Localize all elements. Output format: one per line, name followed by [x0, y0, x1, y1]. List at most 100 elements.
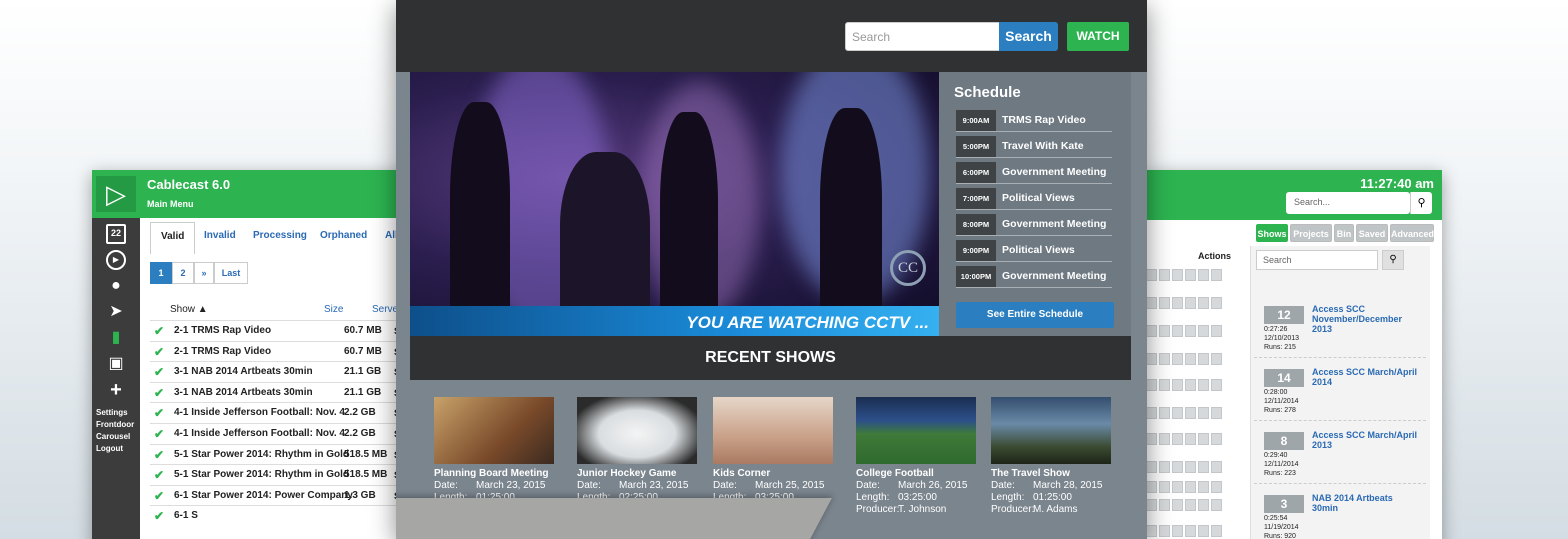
- menu-label[interactable]: Main Menu: [147, 199, 194, 209]
- action-button[interactable]: [1198, 379, 1209, 391]
- table-row[interactable]: ✔ 5-1 Star Power 2014: Rhythm in Gold 518.…: [150, 464, 422, 484]
- action-button[interactable]: [1211, 481, 1222, 493]
- show-title-link[interactable]: Access SCC March/April 2013: [1312, 430, 1420, 450]
- action-button[interactable]: [1185, 297, 1196, 309]
- recent-show-card[interactable]: College Football Date: March 26, 2015 Lengt…: [856, 397, 978, 515]
- action-buttons[interactable]: [1146, 480, 1238, 494]
- add-icon[interactable]: +: [106, 380, 126, 400]
- action-button[interactable]: [1198, 325, 1209, 337]
- frontdoor-link[interactable]: Frontdoor: [96, 420, 134, 429]
- action-button[interactable]: [1185, 407, 1196, 419]
- show-title[interactable]: Junior Hockey Game: [577, 468, 676, 479]
- action-button[interactable]: [1198, 481, 1209, 493]
- size-column-header[interactable]: Size: [324, 300, 343, 320]
- action-button[interactable]: [1211, 379, 1222, 391]
- tab-advanced[interactable]: Advanced: [1390, 224, 1434, 242]
- live-video-player[interactable]: [410, 72, 939, 336]
- action-button[interactable]: [1185, 525, 1196, 537]
- panel-search-icon[interactable]: ⚲: [1382, 250, 1404, 270]
- action-button[interactable]: [1146, 433, 1157, 445]
- action-button[interactable]: [1198, 525, 1209, 537]
- tab-processing[interactable]: Processing: [253, 230, 307, 241]
- action-button[interactable]: [1146, 353, 1157, 365]
- action-button[interactable]: [1211, 353, 1222, 365]
- tab-shows[interactable]: Shows: [1256, 224, 1288, 242]
- table-row[interactable]: ✔2-1 TRMS Rap Video60.7 MBS: [150, 340, 422, 361]
- action-buttons[interactable]: [1146, 524, 1238, 538]
- action-button[interactable]: [1198, 297, 1209, 309]
- recent-show-card[interactable]: Junior Hockey GameDate:March 23, 2015Len…: [577, 397, 699, 503]
- last-page-button[interactable]: Last: [214, 262, 248, 284]
- show-title-link[interactable]: Access SCC March/April 2014: [1312, 367, 1420, 387]
- action-button[interactable]: [1172, 433, 1183, 445]
- action-button[interactable]: [1185, 481, 1196, 493]
- send-icon[interactable]: ➤: [106, 302, 126, 322]
- action-button[interactable]: [1172, 499, 1183, 511]
- schedule-item[interactable]: 9:00PM Political Views: [956, 240, 1112, 262]
- action-button[interactable]: [1198, 353, 1209, 365]
- media-icon[interactable]: ▣: [106, 354, 126, 374]
- action-button[interactable]: [1211, 269, 1222, 281]
- show-thumbnail[interactable]: [991, 397, 1111, 464]
- action-button[interactable]: [1159, 379, 1170, 391]
- action-button[interactable]: [1198, 499, 1209, 511]
- show-card[interactable]: 12 0:27:26 12/10/2013 Runs: 215 Access SCC N…: [1254, 298, 1426, 358]
- action-button[interactable]: [1172, 407, 1183, 419]
- show-thumbnail[interactable]: [856, 397, 976, 464]
- action-button[interactable]: [1146, 379, 1157, 391]
- show-card[interactable]: 3 0:25:54 11/19/2014 Runs: 920 NAB 2014 Artb…: [1254, 487, 1426, 539]
- show-title-link[interactable]: Access SCC November/December 2013: [1312, 304, 1420, 334]
- panel-search-input[interactable]: Search: [1256, 250, 1378, 270]
- play-icon[interactable]: ▶: [106, 250, 126, 270]
- calendar-icon[interactable]: 22: [106, 224, 126, 244]
- show-column-header[interactable]: Show ▲: [170, 300, 208, 320]
- recent-show-card[interactable]: The Travel Show Date: March 28, 2015 Length…: [991, 397, 1113, 515]
- action-button[interactable]: [1172, 481, 1183, 493]
- action-button[interactable]: [1172, 461, 1183, 473]
- recent-show-card[interactable]: Planning Board Meeting Date: March 23, 201…: [434, 397, 556, 503]
- action-button[interactable]: [1185, 379, 1196, 391]
- action-button[interactable]: [1146, 499, 1157, 511]
- schedule-item[interactable]: 6:00PM Government Meeting: [956, 162, 1112, 184]
- action-button[interactable]: [1172, 325, 1183, 337]
- action-button[interactable]: [1159, 325, 1170, 337]
- schedule-item[interactable]: 7:00PM Political Views: [956, 188, 1112, 210]
- action-button[interactable]: [1159, 269, 1170, 281]
- action-button[interactable]: [1159, 481, 1170, 493]
- action-button[interactable]: [1146, 269, 1157, 281]
- action-buttons[interactable]: [1146, 460, 1238, 474]
- schedule-item[interactable]: 8:00PM Government Meeting: [956, 214, 1112, 236]
- action-button[interactable]: [1172, 297, 1183, 309]
- show-title[interactable]: Planning Board Meeting: [434, 468, 548, 479]
- table-row[interactable]: ✔2-1 TRMS Rap Video60.7 MBS: [150, 320, 422, 340]
- page-1-button[interactable]: 1: [150, 262, 172, 284]
- action-buttons[interactable]: [1146, 352, 1238, 366]
- next-page-button[interactable]: »: [194, 262, 214, 284]
- action-button[interactable]: [1198, 461, 1209, 473]
- action-button[interactable]: [1159, 461, 1170, 473]
- action-button[interactable]: [1185, 499, 1196, 511]
- action-button[interactable]: [1159, 297, 1170, 309]
- action-button[interactable]: [1211, 325, 1222, 337]
- show-thumbnail[interactable]: [434, 397, 554, 464]
- show-card[interactable]: 14 0:28:00 12/11/2014 Runs: 278 Access SCC M…: [1254, 361, 1426, 421]
- tab-bin[interactable]: Bin: [1334, 224, 1354, 242]
- action-button[interactable]: [1146, 325, 1157, 337]
- carousel-link[interactable]: Carousel: [96, 432, 130, 441]
- action-buttons[interactable]: [1146, 378, 1238, 392]
- show-title[interactable]: College Football: [856, 468, 934, 479]
- action-buttons[interactable]: [1146, 268, 1238, 282]
- action-buttons[interactable]: [1146, 498, 1238, 512]
- action-buttons[interactable]: [1146, 406, 1238, 420]
- action-button[interactable]: [1211, 461, 1222, 473]
- table-row[interactable]: ✔3-1 NAB 2014 Artbeats 30min21.1 GBS: [150, 361, 422, 381]
- action-button[interactable]: [1146, 407, 1157, 419]
- search-button[interactable]: Search: [999, 22, 1058, 51]
- user-icon[interactable]: ●: [106, 276, 126, 296]
- action-button[interactable]: [1159, 525, 1170, 537]
- action-button[interactable]: [1146, 461, 1157, 473]
- tab-projects[interactable]: Projects: [1290, 224, 1332, 242]
- logout-link[interactable]: Logout: [96, 444, 123, 453]
- action-button[interactable]: [1146, 297, 1157, 309]
- see-entire-schedule-button[interactable]: See Entire Schedule: [956, 302, 1114, 328]
